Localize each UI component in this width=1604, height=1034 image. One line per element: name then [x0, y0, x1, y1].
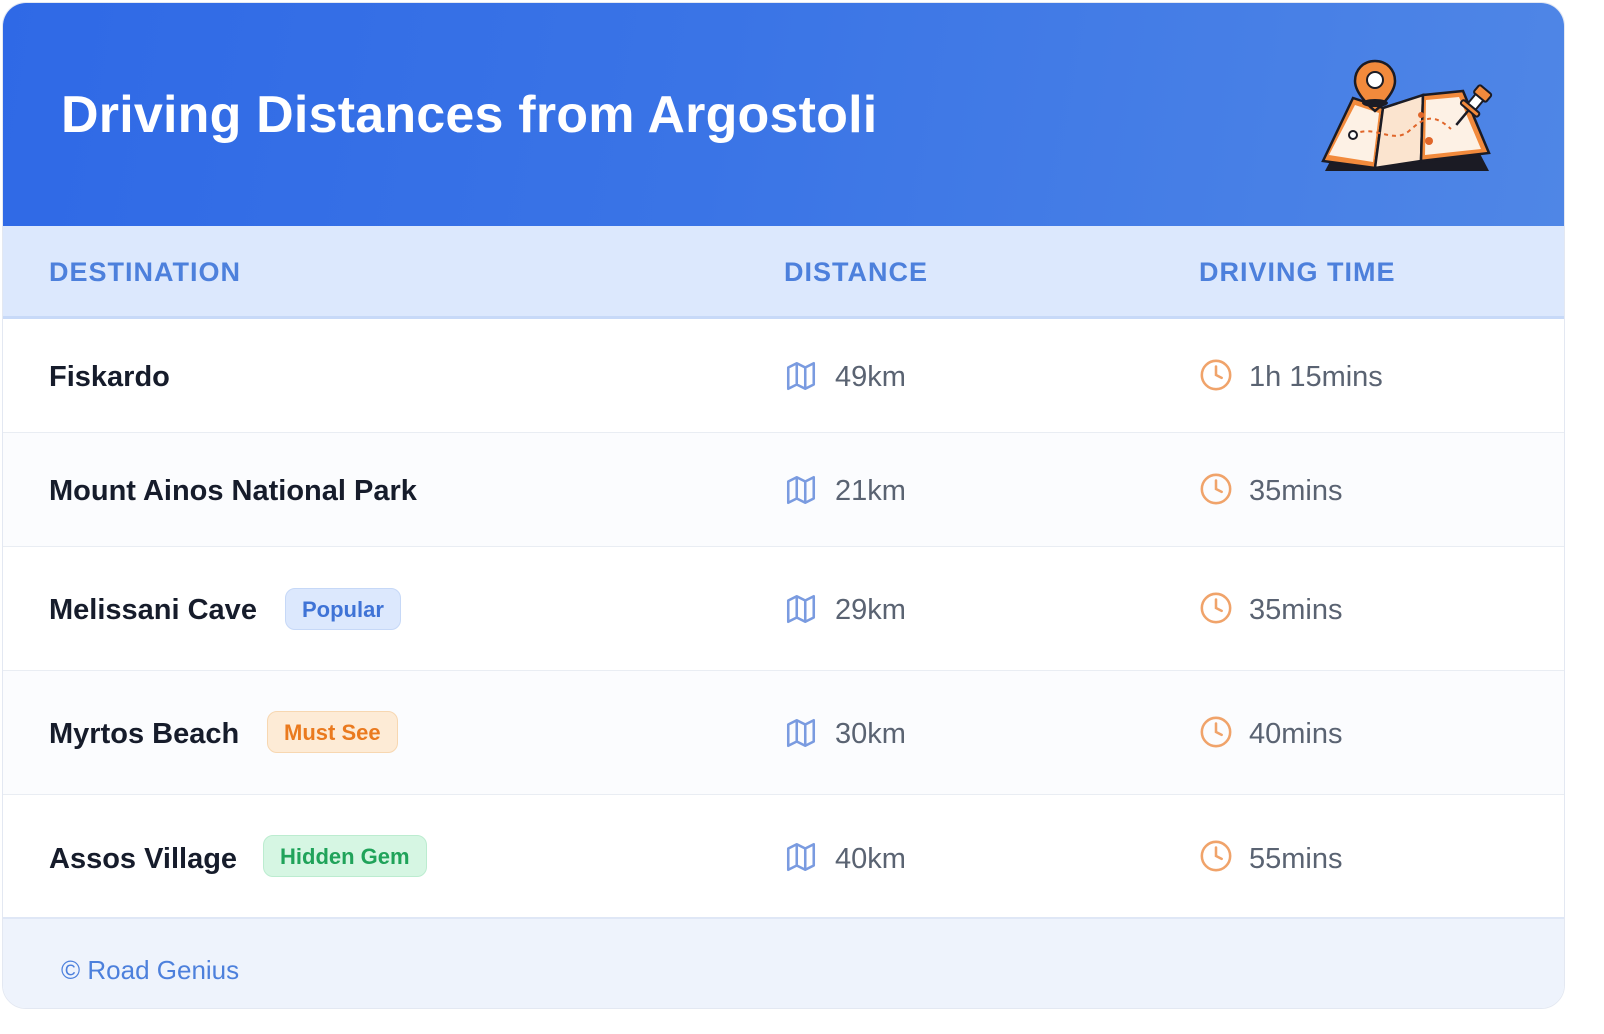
map-icon	[786, 475, 816, 505]
footer-credit: © Road Genius	[61, 955, 240, 985]
clock-icon	[1200, 716, 1232, 748]
distance-value: 40km	[835, 843, 906, 875]
table-row: Melissani Cave Popular 29km 35mins	[3, 547, 1564, 671]
destination-name: Mount Ainos National Park	[49, 475, 417, 507]
distances-card: Driving Distances from Argostoli DESTINA…	[2, 2, 1565, 1009]
table-row: Fiskardo 49km 1h 15mins	[3, 319, 1564, 433]
table-row: Mount Ainos National Park 21km 35mins	[3, 433, 1564, 547]
column-header-driving-time: DRIVING TIME	[1199, 257, 1396, 287]
page-title: Driving Distances from Argostoli	[61, 86, 878, 144]
map-icon	[786, 361, 816, 391]
clock-icon	[1200, 840, 1232, 872]
map-icon	[786, 718, 816, 748]
driving-time-value: 1h 15mins	[1249, 361, 1383, 393]
column-header-distance: DISTANCE	[784, 257, 929, 287]
clock-icon	[1200, 592, 1232, 624]
footer: © Road Genius	[3, 917, 1564, 1008]
table-row: Myrtos Beach Must See 30km 40mins	[3, 671, 1564, 795]
map-icon	[786, 594, 816, 624]
driving-time-value: 55mins	[1249, 843, 1343, 875]
table-row: Assos Village Hidden Gem 40km 55mins	[3, 795, 1564, 917]
map-icon	[786, 842, 816, 872]
driving-time-value: 40mins	[1249, 718, 1343, 750]
driving-time-value: 35mins	[1249, 594, 1343, 626]
must-see-badge: Must See	[267, 711, 398, 753]
clock-icon	[1200, 359, 1232, 391]
table-header: DESTINATION DISTANCE DRIVING TIME	[3, 226, 1564, 319]
distance-value: 49km	[835, 361, 906, 393]
distance-value: 21km	[835, 475, 906, 507]
folded-map-with-pins-icon	[1321, 59, 1493, 171]
distance-value: 30km	[835, 718, 906, 750]
destination-name: Melissani Cave	[49, 594, 257, 626]
distance-value: 29km	[835, 594, 906, 626]
clock-icon	[1200, 473, 1232, 505]
hidden-gem-badge: Hidden Gem	[263, 835, 427, 877]
destination-name: Assos Village	[49, 843, 238, 875]
popular-badge: Popular	[285, 588, 401, 630]
destination-name: Myrtos Beach	[49, 718, 240, 750]
column-header-destination: DESTINATION	[49, 257, 241, 287]
header-banner: Driving Distances from Argostoli	[3, 3, 1564, 226]
driving-time-value: 35mins	[1249, 475, 1343, 507]
destination-name: Fiskardo	[49, 361, 170, 393]
